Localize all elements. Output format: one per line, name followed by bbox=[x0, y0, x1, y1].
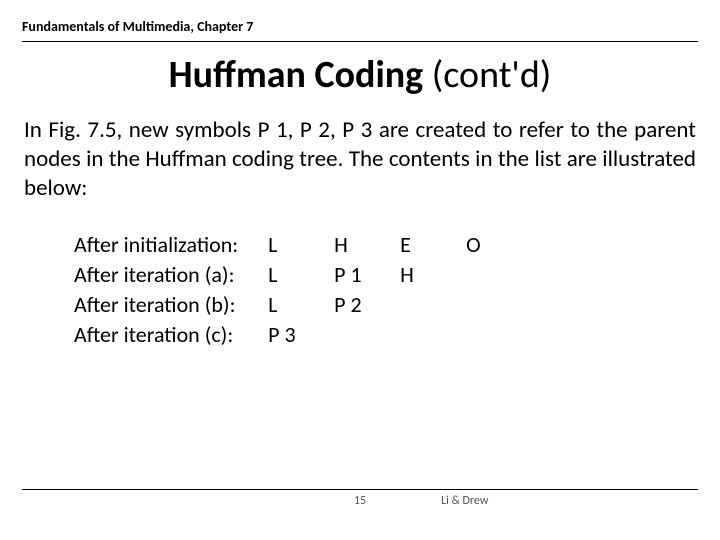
cell: L bbox=[268, 260, 334, 290]
cell: H bbox=[400, 260, 466, 290]
cell bbox=[400, 290, 466, 320]
slide: Fundamentals of Multimedia, Chapter 7 Hu… bbox=[0, 0, 720, 540]
chapter-header: Fundamentals of Multimedia, Chapter 7 bbox=[22, 18, 698, 42]
cell: L bbox=[268, 290, 334, 320]
row-label: After iteration (c): bbox=[74, 320, 238, 350]
authors: Li & Drew bbox=[441, 494, 488, 508]
cell bbox=[466, 320, 532, 350]
cell: P 1 bbox=[334, 260, 400, 290]
iteration-table: After initialization: After iteration (a… bbox=[74, 230, 698, 350]
cell: H bbox=[334, 230, 400, 260]
cell: E bbox=[400, 230, 466, 260]
title-suffix: (cont'd) bbox=[423, 52, 551, 98]
cell: L bbox=[268, 230, 334, 260]
row-labels: After initialization: After iteration (a… bbox=[74, 230, 238, 350]
cell: O bbox=[466, 230, 532, 260]
cell bbox=[400, 320, 466, 350]
row-label: After initialization: bbox=[74, 230, 238, 260]
row-label: After iteration (a): bbox=[74, 260, 238, 290]
cell: P 2 bbox=[334, 290, 400, 320]
cell: P 3 bbox=[268, 320, 334, 350]
cell bbox=[466, 260, 532, 290]
slide-title: Huffman Coding (cont'd) bbox=[22, 52, 698, 98]
body-paragraph: In Fig. 7.5, new symbols P 1, P 2, P 3 a… bbox=[24, 116, 696, 202]
title-main: Huffman Coding bbox=[169, 52, 424, 98]
footer: 15 Li & Drew bbox=[22, 489, 698, 510]
page-number: 15 bbox=[354, 494, 366, 508]
cell bbox=[466, 290, 532, 320]
symbol-grid: L H E O L P 1 H L P 2 P 3 bbox=[268, 230, 532, 350]
row-label: After iteration (b): bbox=[74, 290, 238, 320]
cell bbox=[334, 320, 400, 350]
